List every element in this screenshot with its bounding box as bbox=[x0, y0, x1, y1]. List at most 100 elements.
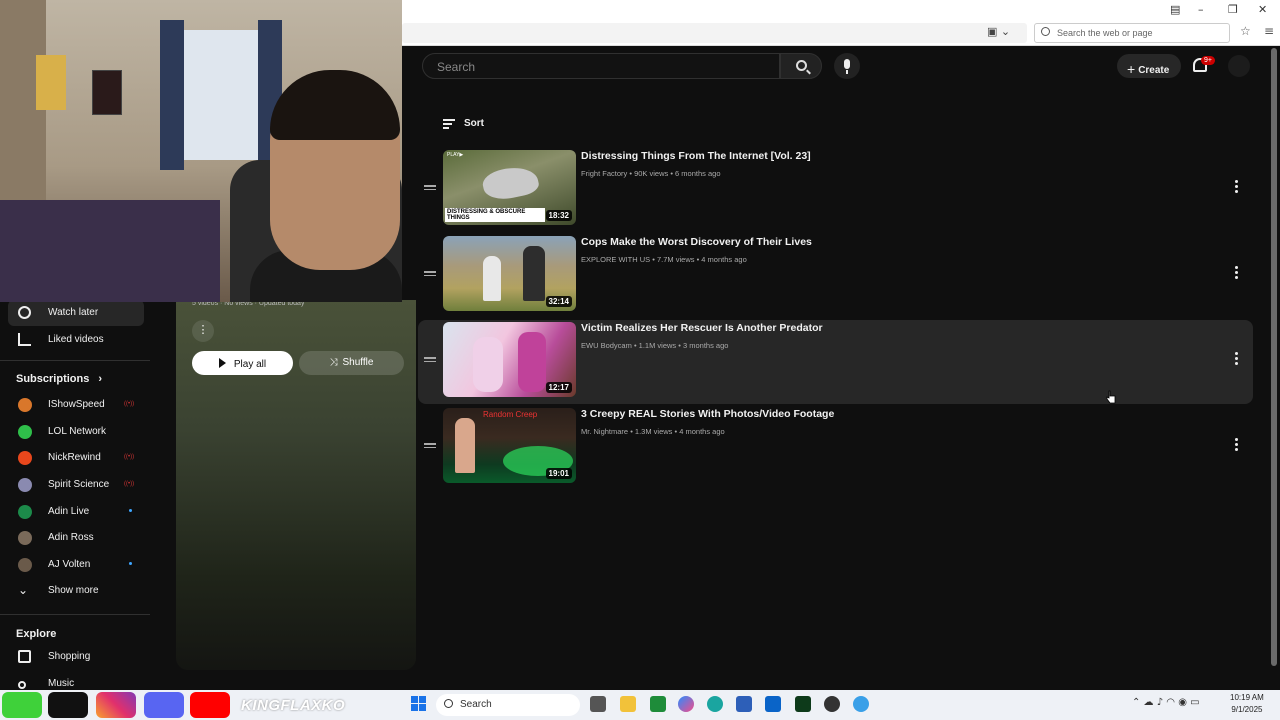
shuffle-button[interactable]: ⤨ Shuffle bbox=[299, 351, 404, 375]
video-title[interactable]: Distressing Things From The Internet [Vo… bbox=[581, 150, 811, 162]
browser-menu-icon[interactable]: ≡ bbox=[1264, 24, 1274, 38]
sidebar-item-liked-videos[interactable]: Liked videos bbox=[0, 327, 150, 353]
sidebar-item-watch-later[interactable]: Watch later bbox=[8, 300, 144, 326]
subscriptions-header[interactable]: Subscriptions › bbox=[16, 373, 102, 385]
channel-avatar bbox=[18, 505, 32, 519]
explore-header: Explore bbox=[16, 628, 57, 640]
subscription-name: Adin Ross bbox=[48, 532, 94, 543]
system-tray-icons[interactable]: ⌃ ☁ ♪ ◠ ◉ ▭ bbox=[1132, 697, 1200, 708]
browser-address-bar: ▣ ⌄ Search the web or page ☆ ≡ bbox=[402, 20, 1280, 46]
file-explorer-icon[interactable] bbox=[620, 696, 636, 712]
video-title[interactable]: 3 Creepy REAL Stories With Photos/Video … bbox=[581, 408, 834, 420]
webcam-curtain bbox=[160, 20, 184, 170]
playlist-video-row[interactable]: Random Creep 19:01 3 Creepy REAL Stories W… bbox=[418, 406, 1253, 490]
account-avatar[interactable] bbox=[1228, 55, 1250, 77]
windows-start-icon[interactable] bbox=[411, 696, 427, 712]
show-more-label: Show more bbox=[48, 585, 99, 596]
play-all-button[interactable]: Play all bbox=[192, 351, 293, 375]
subscription-name: NickRewind bbox=[48, 452, 101, 463]
voice-search-mic-icon[interactable] bbox=[834, 53, 860, 79]
outlook-icon[interactable] bbox=[765, 696, 781, 712]
subscription-name: LOL Network bbox=[48, 426, 106, 437]
channel-avatar bbox=[18, 425, 32, 439]
subscription-item[interactable]: Adin Ross bbox=[0, 526, 150, 550]
search-input[interactable]: Search bbox=[422, 53, 780, 79]
browser-taskbar-icon[interactable] bbox=[853, 696, 869, 712]
subscription-item[interactable]: LOL Network bbox=[0, 420, 150, 444]
task-view-icon[interactable] bbox=[590, 696, 606, 712]
drag-handle-icon[interactable] bbox=[424, 185, 436, 192]
video-title[interactable]: Cops Make the Worst Discovery of Their L… bbox=[581, 236, 812, 248]
subscription-item[interactable]: Adin Live bbox=[0, 500, 150, 524]
channel-name[interactable]: Fright Factory bbox=[581, 169, 627, 178]
upload-age: 6 months ago bbox=[675, 169, 721, 178]
playlist-video-row[interactable]: 12:17 Victim Realizes Her Rescuer Is Anot… bbox=[418, 320, 1253, 404]
playlist-video-row[interactable]: 32:14 Cops Make the Worst Discovery of Th… bbox=[418, 234, 1253, 318]
favorite-star-icon[interactable]: ☆ bbox=[1240, 24, 1251, 38]
live-indicator-icon: ((•)) bbox=[124, 401, 135, 407]
minimize-icon[interactable]: – bbox=[1198, 3, 1204, 16]
address-bar-actions-icon[interactable]: ▣ ⌄ bbox=[987, 25, 1010, 38]
drag-handle-icon[interactable] bbox=[424, 443, 436, 450]
more-options-icon[interactable]: ⋮ bbox=[192, 320, 214, 342]
subscription-item[interactable]: AJ Volten bbox=[0, 553, 150, 577]
search-icon bbox=[1041, 27, 1050, 36]
more-actions-icon[interactable] bbox=[1235, 438, 1241, 453]
view-count: 7.7M views bbox=[656, 255, 695, 264]
webcam-person bbox=[270, 70, 400, 140]
browser-title-bar: ▤ – ❐ ✕ bbox=[402, 0, 1280, 20]
restore-icon[interactable]: ❐ bbox=[1228, 3, 1238, 16]
video-duration: 32:14 bbox=[545, 296, 572, 307]
taskbar-search[interactable]: Search bbox=[436, 694, 580, 716]
subscription-item[interactable]: NickRewind ((•)) bbox=[0, 446, 150, 470]
more-actions-icon[interactable] bbox=[1235, 180, 1241, 195]
create-button[interactable]: + Create bbox=[1117, 54, 1181, 78]
video-thumbnail[interactable]: 32:14 bbox=[443, 236, 576, 311]
create-label: Create bbox=[1138, 65, 1170, 76]
tab-actions-icon[interactable]: ▤ bbox=[1170, 3, 1180, 16]
store-icon[interactable] bbox=[736, 696, 752, 712]
search-icon bbox=[796, 60, 807, 71]
more-actions-icon[interactable] bbox=[1235, 266, 1241, 281]
taskbar-clock[interactable]: 10:19 AM 9/1/2025 bbox=[1230, 692, 1264, 716]
thumb-tag: PLAY▶ bbox=[447, 152, 464, 158]
webcam-background bbox=[0, 0, 46, 230]
playlist-video-row[interactable]: PLAY▶ DISTRESSING & OBSCURE THINGS 18:32 Di… bbox=[418, 148, 1253, 232]
video-title[interactable]: Victim Realizes Her Rescuer Is Another P… bbox=[581, 322, 823, 334]
subscription-item[interactable]: Spirit Science ((•)) bbox=[0, 473, 150, 497]
drag-handle-icon[interactable] bbox=[424, 357, 436, 364]
obs-icon[interactable] bbox=[824, 696, 840, 712]
play-all-label: Play all bbox=[233, 359, 267, 370]
video-meta: Mr. Nightmare • 1.3M views • 4 months ag… bbox=[581, 427, 725, 436]
show-more-button[interactable]: ⌄ Show more bbox=[0, 579, 150, 603]
sort-button[interactable]: Sort bbox=[464, 118, 484, 129]
edge-icon[interactable] bbox=[707, 696, 723, 712]
subscription-item[interactable]: IShowSpeed ((•)) bbox=[0, 393, 150, 417]
drag-handle-icon[interactable] bbox=[424, 271, 436, 278]
thumb-caption: Random Creep bbox=[483, 410, 538, 419]
channel-name[interactable]: EWU Bodycam bbox=[581, 341, 632, 350]
close-icon[interactable]: ✕ bbox=[1258, 3, 1267, 16]
scrollbar-thumb[interactable] bbox=[1271, 48, 1277, 666]
sort-icon[interactable] bbox=[443, 119, 455, 131]
sidebar-item-shopping[interactable]: Shopping bbox=[0, 644, 150, 670]
search-button[interactable] bbox=[780, 53, 822, 79]
url-field[interactable] bbox=[402, 23, 1027, 43]
video-thumbnail[interactable]: Random Creep 19:01 bbox=[443, 408, 576, 483]
channel-name[interactable]: EXPLORE WITH US bbox=[581, 255, 650, 264]
streamer-name: KINGFLAXKO bbox=[241, 697, 346, 714]
channel-name[interactable]: Mr. Nightmare bbox=[581, 427, 628, 436]
razer-icon[interactable] bbox=[795, 696, 811, 712]
sidebar-item-label: Shopping bbox=[48, 651, 91, 662]
video-thumbnail[interactable]: PLAY▶ DISTRESSING & OBSCURE THINGS 18:32 bbox=[443, 150, 576, 225]
xbox-icon[interactable] bbox=[650, 696, 666, 712]
web-search-field[interactable]: Search the web or page bbox=[1034, 23, 1230, 43]
more-actions-icon[interactable] bbox=[1235, 352, 1241, 367]
video-thumbnail[interactable]: 12:17 bbox=[443, 322, 576, 397]
copilot-icon[interactable] bbox=[678, 696, 694, 712]
webcam-poster bbox=[92, 70, 122, 115]
thumbs-up-icon bbox=[18, 333, 31, 346]
clock-time: 10:19 AM bbox=[1230, 693, 1264, 702]
youtube-icon bbox=[190, 692, 230, 718]
sidebar-item-label: Liked videos bbox=[48, 334, 104, 345]
